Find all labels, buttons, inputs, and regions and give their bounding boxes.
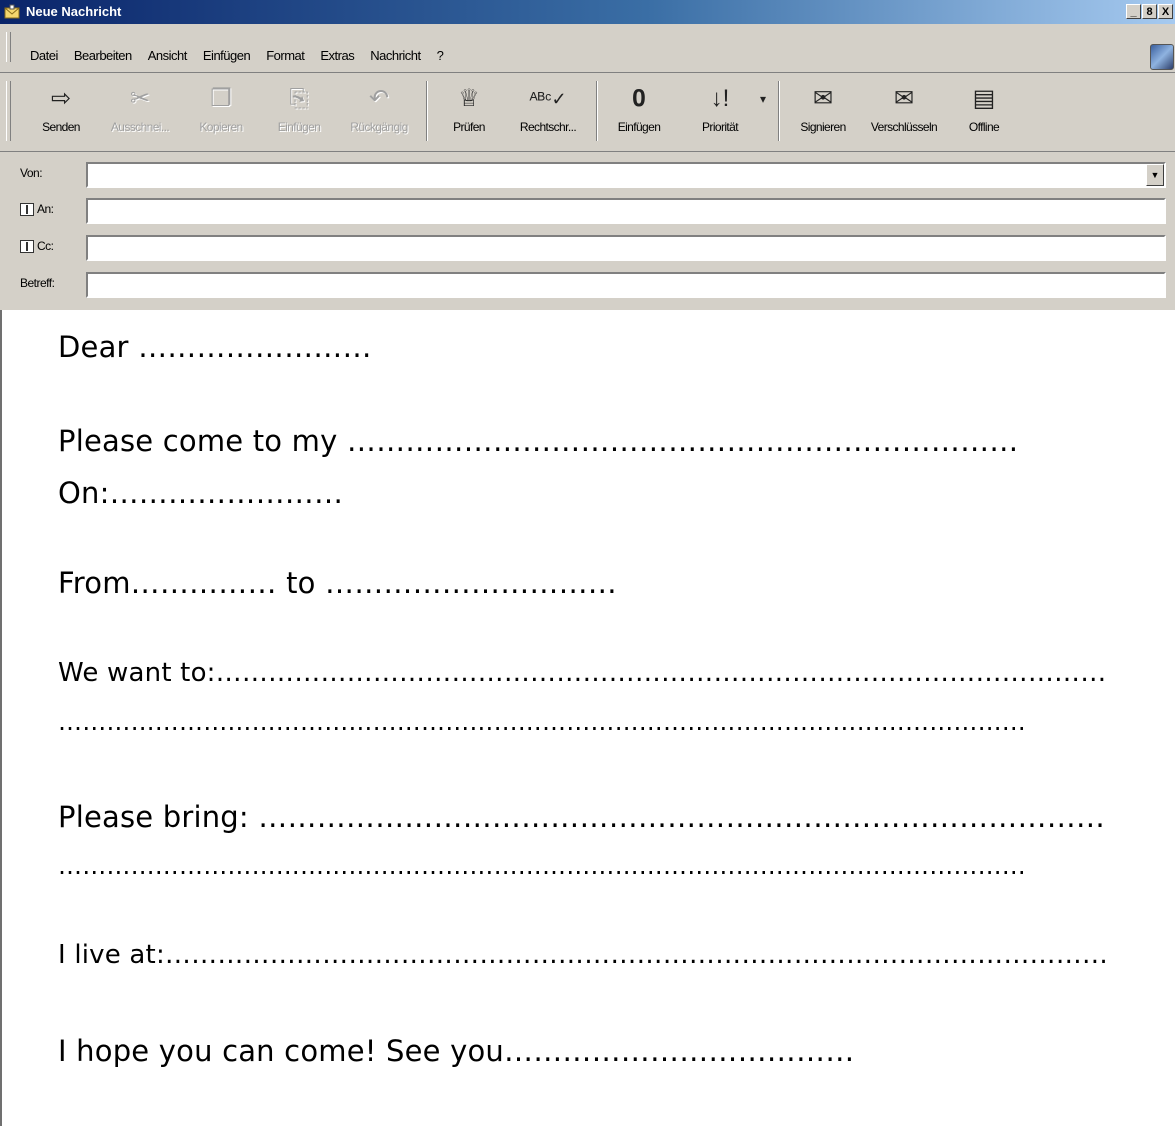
check-names-icon: ♕	[458, 85, 480, 112]
chevron-down-icon[interactable]: ▼	[1146, 164, 1164, 186]
paste-button[interactable]: ⎘ Einfügen	[266, 79, 332, 145]
toolbar: ⇨ Senden ✂ Ausschnei... ❐ Kopieren ⎘ Ein…	[0, 73, 1175, 152]
body-line-party: Please come to my ……………………………………………………………	[58, 424, 1019, 458]
send-button[interactable]: ⇨ Senden	[30, 79, 92, 145]
toolbar-separator	[426, 81, 428, 141]
menu-bearbeiten[interactable]: Bearbeiten	[66, 46, 140, 66]
subject-row: Betreff:	[0, 266, 1175, 302]
cut-button[interactable]: ✂ Ausschnei...	[100, 79, 180, 145]
subject-field[interactable]	[86, 272, 1166, 298]
toolbar-separator	[596, 81, 598, 141]
from-select[interactable]: ▼	[86, 162, 1166, 188]
cc-label[interactable]: Cc:	[20, 239, 54, 254]
message-body[interactable]: Dear …………………… Please come to my ………………………	[0, 310, 1175, 1126]
body-line-dear: Dear ……………………	[58, 330, 372, 364]
windows-logo-icon	[1150, 44, 1174, 70]
toolbar-separator	[778, 81, 780, 141]
offline-icon: ▤	[972, 85, 996, 112]
menu-datei[interactable]: Datei	[22, 46, 66, 66]
minimize-button[interactable]: _	[1126, 4, 1141, 19]
message-headers: Von: ▼ An: Cc: Betreff:	[0, 152, 1175, 312]
cc-row: Cc:	[0, 229, 1175, 265]
spelling-button[interactable]: ᴬᴮᶜ✓ Rechtschr...	[508, 79, 588, 145]
address-book-icon	[20, 203, 34, 217]
to-row: An:	[0, 192, 1175, 228]
body-line-from-to: From…………… to …………………………	[58, 566, 617, 600]
encrypt-button[interactable]: ✉ Verschlüsseln	[864, 79, 944, 145]
menu-bar: Datei Bearbeiten Ansicht Einfügen Format…	[0, 24, 1175, 73]
to-label[interactable]: An:	[20, 202, 54, 217]
to-field[interactable]	[86, 198, 1166, 224]
from-row: Von: ▼	[0, 156, 1175, 192]
send-icon: ⇨	[50, 85, 72, 112]
sign-icon: ✉	[812, 85, 834, 112]
priority-dropdown[interactable]: ▾	[756, 79, 770, 145]
address-book-icon	[20, 240, 34, 254]
menu-extras[interactable]: Extras	[312, 46, 362, 66]
body-line-want-cont: …………………………………………………………………………………………………………	[58, 708, 1026, 736]
paste-icon: ⎘	[289, 85, 309, 112]
undo-icon: ↶	[368, 85, 390, 112]
copy-icon: ❐	[210, 85, 232, 112]
menu-grip[interactable]	[6, 32, 11, 62]
subject-label: Betreff:	[20, 276, 55, 290]
envelope-icon	[4, 4, 20, 19]
menu-help[interactable]: ?	[429, 46, 452, 66]
body-line-closing: I hope you can come! See you………………………………	[58, 1034, 855, 1068]
attach-button[interactable]: 𝟎 Einfügen	[606, 79, 672, 145]
priority-button[interactable]: ↓! Priorität	[688, 79, 752, 145]
menu-format[interactable]: Format	[258, 46, 312, 66]
sign-button[interactable]: ✉ Signieren	[790, 79, 856, 145]
compose-window: Neue Nachricht _ 8 X Datei Bearbeiten An…	[0, 0, 1175, 1126]
check-names-button[interactable]: ♕ Prüfen	[438, 79, 500, 145]
menu-nachricht[interactable]: Nachricht	[362, 46, 428, 66]
body-line-bring-cont: …………………………………………………………………………………………………………	[58, 852, 1026, 880]
undo-button[interactable]: ↶ Rückgängig	[342, 79, 416, 145]
title-bar[interactable]: Neue Nachricht _ 8 X	[0, 0, 1175, 24]
body-line-bring: Please bring: ………………………………………………………………………	[58, 800, 1106, 834]
body-line-address: I live at:…………………………………………………………………………………	[58, 940, 1109, 970]
chevron-down-icon: ▾	[759, 92, 767, 106]
body-line-want: We want to:………………………………………………………………………………	[58, 658, 1107, 688]
spelling-icon: ᴬᴮᶜ✓	[529, 89, 567, 109]
menu-ansicht[interactable]: Ansicht	[140, 46, 195, 66]
cc-field[interactable]	[86, 235, 1166, 261]
cut-icon: ✂	[129, 85, 151, 112]
offline-button[interactable]: ▤ Offline	[956, 79, 1012, 145]
toolbar-grip[interactable]	[6, 81, 11, 141]
from-label: Von:	[20, 166, 43, 180]
maximize-button[interactable]: 8	[1142, 4, 1157, 19]
encrypt-icon: ✉	[893, 85, 915, 112]
window-title: Neue Nachricht	[26, 4, 122, 19]
body-line-on: On:……………………	[58, 476, 344, 510]
priority-icon: ↓!	[710, 85, 730, 112]
close-button[interactable]: X	[1158, 4, 1173, 19]
menu-einfuegen[interactable]: Einfügen	[195, 46, 258, 66]
copy-button[interactable]: ❐ Kopieren	[188, 79, 254, 145]
attach-icon: 𝟎	[632, 85, 646, 112]
